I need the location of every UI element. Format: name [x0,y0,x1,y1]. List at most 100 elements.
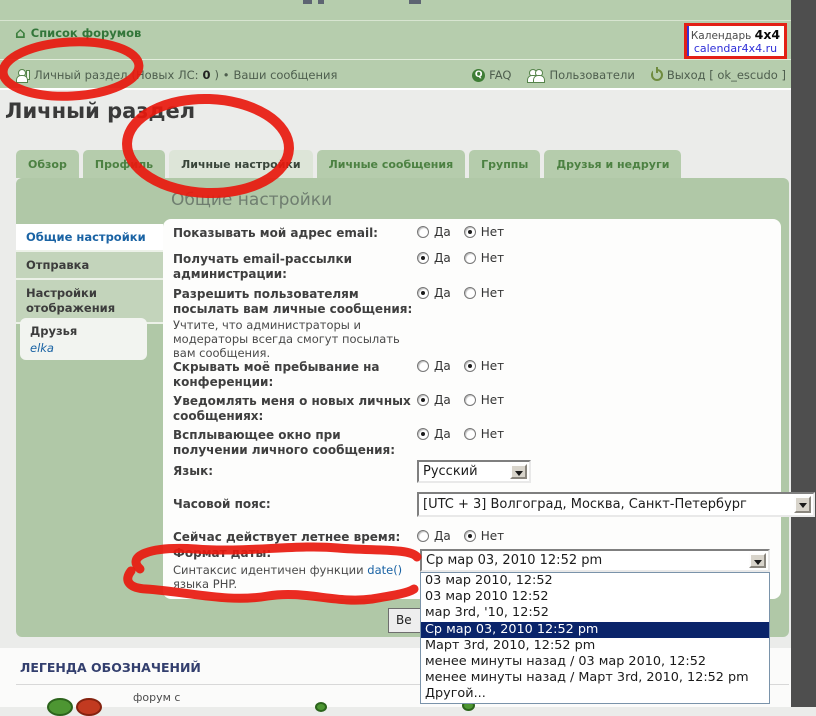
sidebar-item-sending-messages[interactable]: Отправка сообщений [16,252,163,278]
setting-row: Разрешить пользователям посылать вам лич… [173,287,593,360]
radio-yes[interactable] [417,428,429,440]
calendar-banner-word: Календарь [691,30,751,42]
tab-preferences[interactable]: Личные настройки [169,150,312,178]
sidebar-item-display-settings[interactable]: Настройки отображения [16,280,163,322]
setting-label: Скрывать моё пребывание на конференции: [173,360,417,389]
dropdown-arrow-icon[interactable] [510,464,527,479]
radio-yes[interactable] [417,226,429,238]
user-bar: Личный раздел (Новых ЛС: 0 ) • Ваши сооб… [0,59,816,90]
language-label: Язык: [173,464,417,479]
language-select[interactable]: Русский [417,460,531,483]
calendar-banner-4x4: 4x4 [755,27,780,42]
dropdown-option[interactable]: мар 3rd, '10, 12:52 [421,605,769,621]
calendar-banner[interactable]: Календарь 4x4 calendar4x4.ru [684,23,787,59]
setting-label: Уведомлять меня о новых личных сообщения… [173,394,417,423]
personal-section-icon [16,69,30,82]
radio-yes[interactable] [417,530,429,542]
members-link[interactable]: Пользователи [527,68,634,82]
date-format-select[interactable]: Ср мар 03, 2010 12:52 pm [420,549,770,572]
dropdown-option[interactable]: Март 3rd, 2010, 12:52 pm [421,638,769,654]
radio-no[interactable] [464,530,476,542]
date-format-label: Формат даты: [173,546,417,561]
radio-yes[interactable] [417,252,429,264]
date-format-dropdown-list: 03 мар 2010, 12:52 03 мар 2010 12:52 мар… [420,572,770,704]
members-icon [527,69,545,82]
tab-groups[interactable]: Группы [469,150,540,178]
date-format-hint: Синтаксис идентичен функции date() языка… [173,563,417,591]
radio-no[interactable] [464,428,476,440]
setting-row: Всплывающее окно при получении личного с… [173,428,593,457]
panel-heading: Общие настройки [171,190,332,210]
calendar-banner-url[interactable]: calendar4x4.ru [687,42,784,55]
setting-row: Получать email-рассылки администрации: Д… [173,252,593,281]
setting-label: Разрешить пользователям посылать вам лич… [173,287,417,316]
setting-label: Всплывающее окно при получении личного с… [173,428,417,457]
faq-link[interactable]: Q FAQ [472,68,511,82]
timezone-label: Часовой пояс: [173,497,417,512]
radio-yes[interactable] [417,287,429,299]
clipped-text-fragment [303,0,312,4]
radio-group: Да Нет [417,286,512,300]
friends-box: Друзья elka [20,318,147,360]
radio-no[interactable] [464,394,476,406]
faq-icon: Q [472,69,485,82]
tab-overview[interactable]: Обзор [16,150,79,178]
outside-page-area [791,0,816,707]
radio-group: Да Нет [417,427,512,441]
legend-heading: ЛЕГЕНДА ОБОЗНАЧЕНИЙ [20,660,201,675]
new-pm-count: 0 [203,68,211,82]
radio-no[interactable] [464,252,476,264]
radio-yes[interactable] [417,360,429,372]
radio-group: Да Нет [417,359,512,373]
radio-group: Да Нет [417,529,512,543]
legend-caption: форум с [133,691,180,704]
setting-label: Показывать мой адрес email: [173,226,417,241]
setting-row: Уведомлять меня о новых личных сообщения… [173,394,593,423]
clipped-text-fragment [409,0,421,4]
dropdown-option[interactable]: 03 мар 2010, 12:52 [421,573,769,589]
pm-suffix: ) • [215,68,230,82]
divider [0,20,816,21]
friend-link[interactable]: elka [30,341,147,355]
tab-friends-foes[interactable]: Друзья и недруги [544,150,681,178]
power-icon [651,69,663,81]
dst-label: Сейчас действует летнее время: [173,530,417,545]
forum-list-label: Список форумов [31,26,142,40]
friends-title: Друзья [30,324,147,338]
dropdown-option[interactable]: Другой... [421,686,769,702]
logout-link[interactable]: Выход [ ok_escudo ] [651,68,786,82]
home-icon: ⌂ [15,27,26,39]
your-messages-link[interactable]: Ваши сообщения [233,68,337,82]
personal-section-link[interactable]: Личный раздел [34,68,127,82]
radio-no[interactable] [464,360,476,372]
radio-group: Да Нет [417,251,512,265]
php-date-link[interactable]: date() [367,563,402,577]
dropdown-option[interactable]: менее минуты назад / 03 мар 2010, 12:52 [421,654,769,670]
ucp-tabs: Обзор Профиль Личные настройки Личные со… [16,150,685,178]
setting-label: Получать email-рассылки администрации: [173,252,417,281]
dropdown-option[interactable]: 03 мар 2010 12:52 [421,589,769,605]
dropdown-arrow-icon[interactable] [794,496,811,513]
dropdown-option[interactable]: Ср мар 03, 2010 12:52 pm [421,622,769,638]
dropdown-arrow-icon[interactable] [749,553,766,568]
dropdown-option[interactable]: менее минуты назад / Март 3rd, 2010, 12:… [421,670,769,686]
timezone-select[interactable]: [UTC + 3] Волгоград, Москва, Санкт-Петер… [417,492,815,517]
forum-list-link[interactable]: ⌂ Список форумов [15,26,141,40]
header: ⌂ Список форумов vA^ Календарь 4x4 calen… [0,0,816,90]
new-pm-text: (Новых ЛС: [131,68,198,82]
radio-no[interactable] [464,226,476,238]
forum-locked-icon [76,698,102,716]
radio-group: Да Нет [417,225,512,239]
tab-profile[interactable]: Профиль [83,150,165,178]
forum-new-posts-icon [47,698,73,716]
setting-row: Показывать мой адрес email: Да Нет [173,226,593,241]
tab-private-messages[interactable]: Личные сообщения [317,150,466,178]
setting-hint: Учтите, что администраторы и модераторы … [173,318,417,360]
page-title: Личный раздел [5,99,195,123]
radio-yes[interactable] [417,394,429,406]
legend-icon [315,702,327,712]
clipped-text-fragment [318,0,324,4]
sidebar-item-general-settings[interactable]: Общие настройки [16,224,163,250]
radio-no[interactable] [464,287,476,299]
dst-row: Сейчас действует летнее время: Да Нет [173,530,593,545]
